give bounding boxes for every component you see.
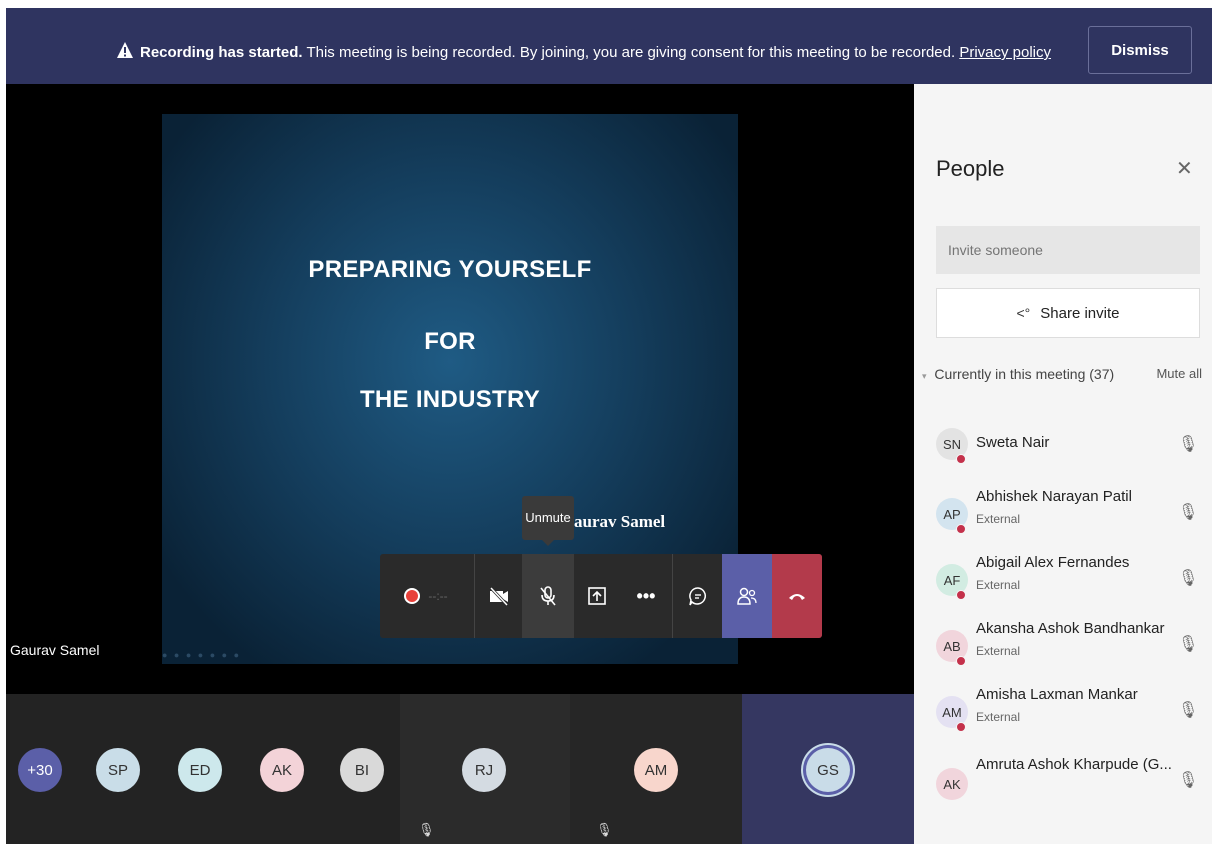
busy-status-icon (956, 524, 966, 534)
slide-author: aurav Samel (574, 512, 666, 531)
mic-off-icon[interactable]: 🎙 (1178, 434, 1198, 454)
banner-message: This meeting is being recorded. By joini… (302, 44, 960, 61)
mic-off-icon (540, 586, 556, 606)
participant-name: Akansha Ashok Bandhankar (976, 620, 1165, 637)
avatar: AK (936, 768, 968, 800)
thumbnail-group: +30 SP ED AK BI (6, 694, 400, 844)
banner-text: Recording has started. This meeting is b… (140, 44, 1051, 61)
mic-off-icon: 🎙 (596, 822, 613, 837)
unmute-tooltip: Unmute (522, 496, 574, 546)
share-tray-icon (588, 587, 606, 605)
hang-up-button[interactable] (772, 554, 822, 638)
chat-icon (688, 587, 706, 606)
participant-name: Abigail Alex Fernandes (976, 554, 1130, 571)
share-invite-label: Share invite (1040, 304, 1120, 322)
participant-name: Amruta Ashok Kharpude (G... (976, 756, 1172, 773)
participant-name: Abhishek Narayan Patil (976, 488, 1132, 505)
avatar[interactable]: ED (178, 748, 222, 792)
share-screen-button[interactable] (574, 554, 620, 638)
busy-status-icon (956, 454, 966, 464)
call-timer: --:-- (428, 589, 448, 603)
camera-off-icon (489, 586, 508, 607)
participant-tile[interactable]: RJ 🎙 (400, 694, 570, 844)
in-meeting-label: Currently in this meeting (37) (934, 366, 1115, 382)
participant-row[interactable]: AB Akansha Ashok Bandhankar External 🎙 (914, 610, 1212, 676)
participant-row[interactable]: AK Amruta Ashok Kharpude (G... 🎙 (914, 742, 1212, 808)
avatar[interactable]: BI (340, 748, 384, 792)
participant-row[interactable]: SN Sweta Nair 🎙 (914, 412, 1212, 478)
mic-toggle-button[interactable] (522, 554, 574, 638)
record-dot-icon (406, 590, 419, 602)
more-actions-button[interactable]: ••• (620, 554, 672, 638)
ellipsis-icon: ••• (636, 585, 656, 606)
people-icon (737, 587, 757, 605)
participant-name: Sweta Nair (976, 434, 1050, 451)
slide-page-dots: ● ● ● ● ● ● ● (162, 650, 242, 660)
slide-line-3: THE INDUSTRY (359, 386, 541, 413)
share-invite-button[interactable]: <° Share invite (936, 288, 1200, 338)
self-tile[interactable]: GS (742, 694, 914, 844)
avatar[interactable]: AK (260, 748, 304, 792)
participant-row[interactable]: AF Abigail Alex Fernandes External 🎙 (914, 544, 1212, 610)
participant-thumbnails: +30 SP ED AK BI RJ 🎙 AM 🎙 GS (6, 694, 914, 844)
participant-tag: External (976, 710, 1021, 724)
participant-tag: External (976, 512, 1021, 526)
share-icon: <° (1016, 305, 1031, 321)
call-controls: --:-- ••• (380, 554, 822, 638)
invite-input[interactable] (936, 226, 1200, 274)
privacy-policy-link[interactable]: Privacy policy (959, 44, 1051, 61)
avatar[interactable]: SP (96, 748, 140, 792)
recording-indicator: --:-- (380, 554, 474, 638)
mic-off-icon[interactable]: 🎙 (1178, 700, 1198, 720)
busy-status-icon (956, 590, 966, 600)
mic-off-icon[interactable]: 🎙 (1178, 634, 1198, 654)
avatar: RJ (462, 748, 506, 792)
avatar: GS (806, 748, 850, 792)
participant-tile[interactable]: AM 🎙 (570, 694, 742, 844)
in-meeting-section[interactable]: ▾ Currently in this meeting (37) Mute al… (922, 366, 1204, 382)
busy-status-icon (956, 722, 966, 732)
mic-off-icon[interactable]: 🎙 (1178, 502, 1198, 522)
panel-title: People (936, 156, 1005, 181)
mute-all-button[interactable]: Mute all (1156, 366, 1202, 381)
hang-up-icon (789, 594, 805, 600)
people-panel: People ✕ <° Share invite ▾ Currently in … (914, 84, 1212, 844)
mic-off-icon[interactable]: 🎙 (1178, 568, 1198, 588)
avatar: AM (634, 748, 678, 792)
mic-off-icon: 🎙 (418, 822, 435, 837)
participant-name: Amisha Laxman Mankar (976, 686, 1138, 703)
chevron-down-icon: ▾ (922, 371, 927, 381)
presenter-name: Gaurav Samel (10, 642, 100, 658)
busy-status-icon (956, 656, 966, 666)
participants-button[interactable] (722, 554, 772, 638)
camera-toggle-button[interactable] (474, 554, 522, 638)
more-participants-avatar[interactable]: +30 (18, 748, 62, 792)
recording-banner: Recording has started. This meeting is b… (6, 8, 1212, 84)
warning-icon (117, 42, 133, 58)
participant-row[interactable]: AM Amisha Laxman Mankar External 🎙 (914, 676, 1212, 742)
slide-line-1: PREPARING YOURSELF (308, 256, 592, 283)
mic-off-icon[interactable]: 🎙 (1178, 770, 1198, 790)
dismiss-button[interactable]: Dismiss (1088, 26, 1192, 74)
participant-row[interactable]: AP Abhishek Narayan Patil External 🎙 (914, 478, 1212, 544)
chat-button[interactable] (672, 554, 722, 638)
slide-line-2: FOR (424, 328, 476, 355)
participant-tag: External (976, 644, 1021, 658)
close-icon[interactable]: ✕ (1176, 156, 1193, 181)
participant-tag: External (976, 578, 1021, 592)
banner-title: Recording has started. (140, 44, 303, 61)
